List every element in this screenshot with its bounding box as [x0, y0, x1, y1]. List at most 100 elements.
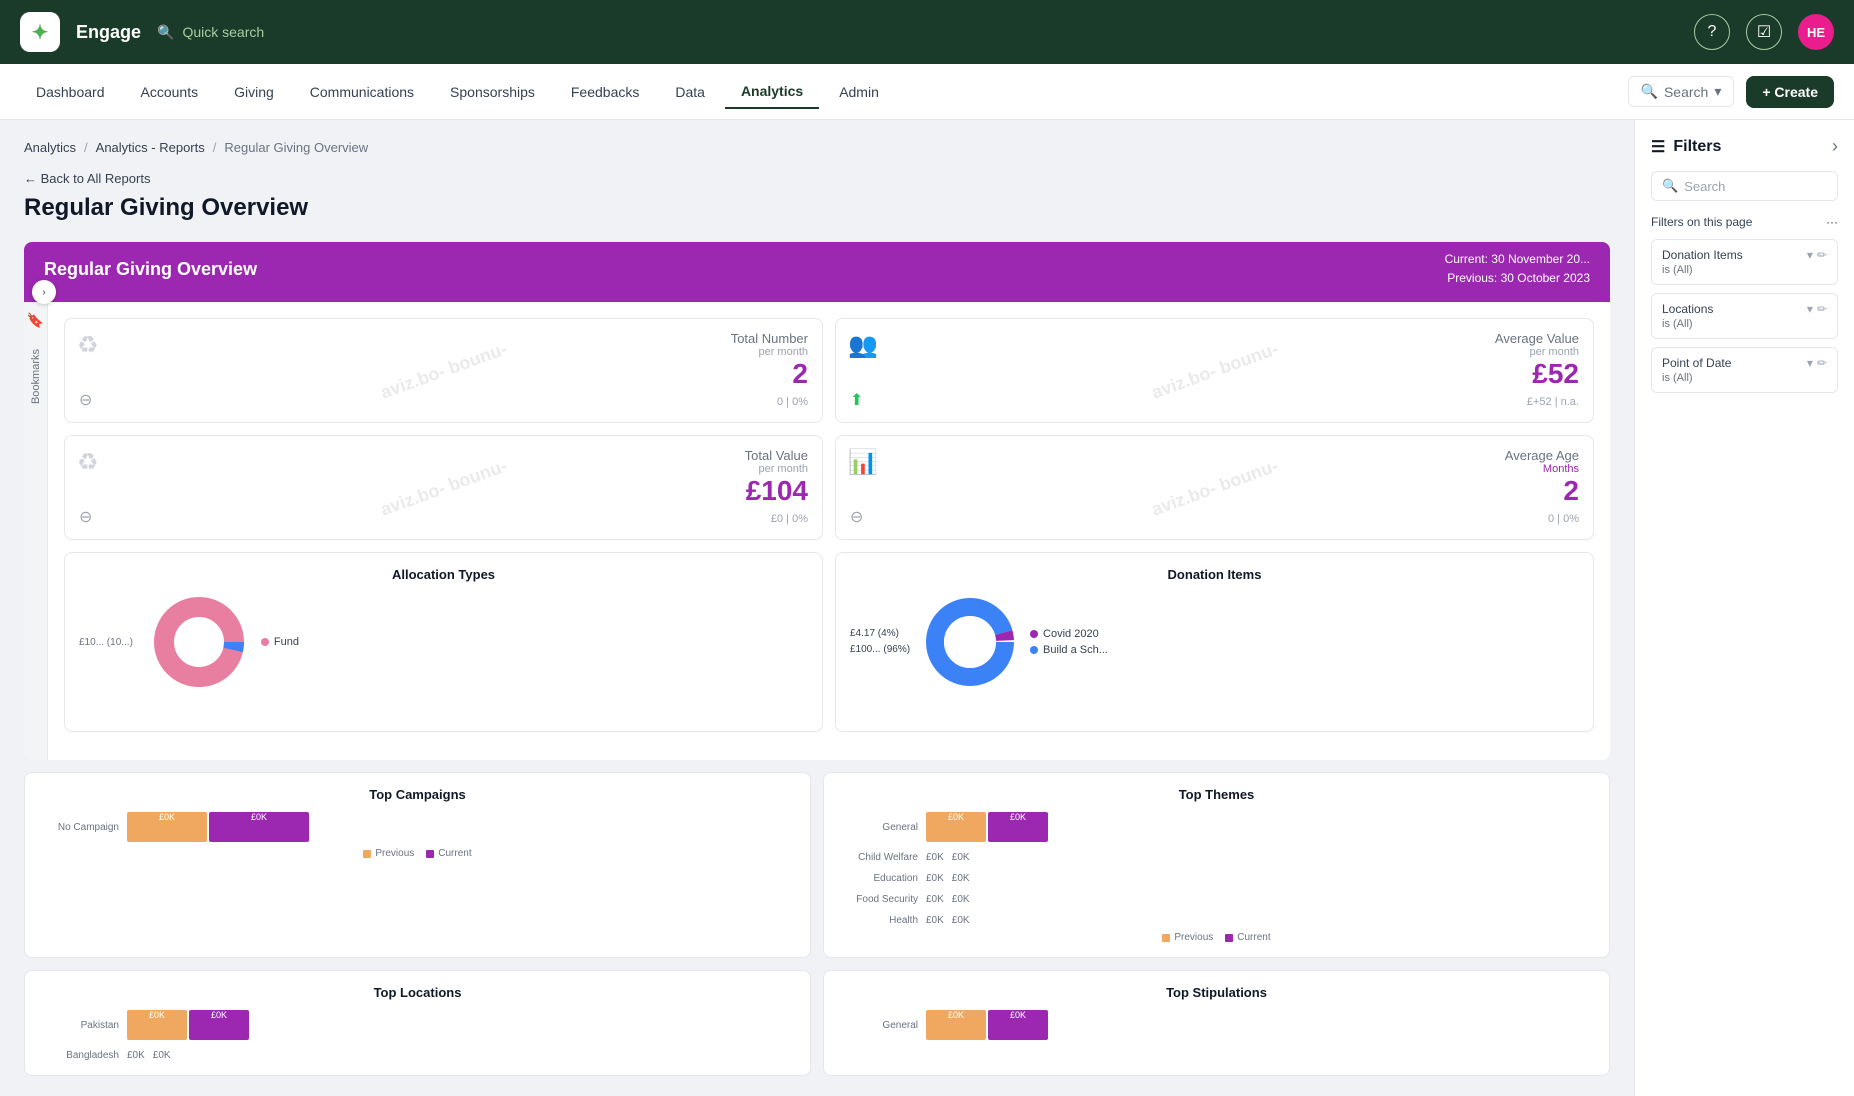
nav-item-admin[interactable]: Admin [823, 76, 895, 108]
filter-donation-items[interactable]: Donation Items ▾ ✏ is (All) [1651, 239, 1838, 285]
filter-point-of-date[interactable]: Point of Date ▾ ✏ is (All) [1651, 347, 1838, 393]
logo-icon: ✦ [32, 20, 49, 45]
filter-locations-header: Locations ▾ ✏ [1662, 302, 1827, 316]
donut-chart [149, 592, 249, 692]
filters-search[interactable]: 🔍 Search [1651, 171, 1838, 201]
campaigns-bars: No Campaign £0K £0K [39, 812, 796, 842]
breadcrumb: Analytics / Analytics - Reports / Regula… [24, 140, 1610, 155]
filter-point-of-date-icons: ▾ ✏ [1807, 356, 1827, 370]
charts-row: Allocation Types £10... (10...) [64, 552, 1594, 732]
filter-dropdown-icon[interactable]: ▾ [1807, 248, 1813, 262]
themes-legend-dot-prev [1162, 934, 1170, 942]
location-row-bangladesh: Bangladesh £0K £0K [39, 1050, 796, 1061]
stat-change-neutral: ⊖ [79, 390, 92, 410]
filter-pod-edit-icon[interactable]: ✏ [1817, 356, 1827, 370]
breadcrumb-sep-1: / [84, 140, 88, 155]
themes-legend-dot-curr [1225, 934, 1233, 942]
breadcrumb-reports[interactable]: Analytics - Reports [96, 140, 205, 155]
location-bar-pair-0: £0K £0K [127, 1010, 249, 1040]
stat-change-neutral-3: ⊖ [850, 507, 863, 527]
breadcrumb-current: Regular Giving Overview [224, 140, 368, 155]
breadcrumb-analytics[interactable]: Analytics [24, 140, 76, 155]
stat-change-up: ⬆ [850, 390, 863, 410]
large-charts-section: Top Campaigns No Campaign £0K £0K [24, 772, 1610, 1076]
create-button[interactable]: + Create [1746, 76, 1834, 108]
filter-locations-edit-icon[interactable]: ✏ [1817, 302, 1827, 316]
filter-point-of-date-header: Point of Date ▾ ✏ [1662, 356, 1827, 370]
tasks-button[interactable]: ☑ [1746, 14, 1782, 50]
nav-item-feedbacks[interactable]: Feedbacks [555, 76, 655, 108]
search-icon: 🔍 [157, 24, 174, 41]
campaign-row-no-campaign: No Campaign £0K £0K [39, 812, 796, 842]
breadcrumb-sep-2: / [213, 140, 217, 155]
report-header: Regular Giving Overview Current: 30 Nove… [24, 242, 1610, 302]
filters-header: ☰ Filters › [1651, 136, 1838, 157]
theme-bar-pair-0: £0K £0K [926, 812, 1048, 842]
nav-item-sponsorships[interactable]: Sponsorships [434, 76, 551, 108]
help-button[interactable]: ? [1694, 14, 1730, 50]
filters-title: ☰ Filters [1651, 137, 1721, 157]
nav-right: 🔍 Search ▾ + Create [1628, 76, 1834, 108]
theme-values-3: £0K £0K [926, 894, 970, 905]
filter-pod-dropdown-icon[interactable]: ▾ [1807, 356, 1813, 370]
filters-panel: ☰ Filters › 🔍 Search Filters on this pag… [1634, 120, 1854, 1096]
donation-legend: Covid 2020 Build a Sch... [1030, 628, 1108, 656]
bar-curr: £0K [209, 812, 309, 842]
back-link[interactable]: ← Back to All Reports [24, 171, 1610, 186]
themes-legend-prev: Previous [1162, 932, 1213, 943]
theme-row-education: Education £0K £0K [838, 873, 1595, 884]
top-themes-card: Top Themes General £0K £0K Child Welfare… [823, 772, 1610, 958]
app-name: Engage [76, 22, 141, 43]
report-container: › Regular Giving Overview Current: 30 No… [24, 242, 1610, 760]
stipulation-bar-prev-0: £0K [926, 1010, 986, 1040]
filter-locations-dropdown-icon[interactable]: ▾ [1807, 302, 1813, 316]
top-bar-right: ? ☑ HE [1694, 14, 1834, 50]
filter-locations[interactable]: Locations ▾ ✏ is (All) [1651, 293, 1838, 339]
legend-dot-fund [261, 638, 269, 646]
theme-bar-prev-0: £0K [926, 812, 986, 842]
stat-change-neutral-2: ⊖ [79, 507, 92, 527]
nav-item-accounts[interactable]: Accounts [125, 76, 215, 108]
themes-bars: General £0K £0K Child Welfare £0K £0K [838, 812, 1595, 926]
location-values-1: £0K £0K [127, 1050, 171, 1061]
donation-donut-container: £4.17 (4%) £100... (96%) [850, 592, 1579, 692]
avatar[interactable]: HE [1798, 14, 1834, 50]
top-locations-card: Top Locations Pakistan £0K £0K Banglades… [24, 970, 811, 1076]
logo[interactable]: ✦ [20, 12, 60, 52]
allocation-types-card: Allocation Types £10... (10...) [64, 552, 823, 732]
nav-item-dashboard[interactable]: Dashboard [20, 76, 121, 108]
stipulations-bars: General £0K £0K [838, 1010, 1595, 1040]
filter-donation-icons: ▾ ✏ [1807, 248, 1827, 262]
nav-item-giving[interactable]: Giving [218, 76, 290, 108]
nav-search[interactable]: 🔍 Search ▾ [1628, 76, 1735, 107]
legend-curr: Current [426, 848, 471, 859]
bar-prev: £0K [127, 812, 207, 842]
filters-more-icon[interactable]: ··· [1826, 215, 1838, 229]
legend-prev: Previous [363, 848, 414, 859]
campaign-bar-pair: £0K £0K [127, 812, 309, 842]
nav-item-data[interactable]: Data [659, 76, 721, 108]
theme-values-1: £0K £0K [926, 852, 970, 863]
stats-row: aviz.bo- bounu- ♻ Total Number per month… [64, 318, 1594, 540]
location-bar-prev-0: £0K [127, 1010, 187, 1040]
page-header: ← Back to All Reports Regular Giving Ove… [24, 171, 1610, 222]
donation-labels: £4.17 (4%) £100... (96%) [850, 626, 910, 658]
filters-section-label: Filters on this page ··· [1651, 215, 1838, 229]
collapse-button[interactable]: › [32, 280, 56, 304]
nav-item-communications[interactable]: Communications [294, 76, 430, 108]
legend-fund: Fund [261, 636, 299, 648]
stipulation-row-general: General £0K £0K [838, 1010, 1595, 1040]
nav-item-analytics[interactable]: Analytics [725, 75, 819, 109]
theme-values-2: £0K £0K [926, 873, 970, 884]
theme-row-health: Health £0K £0K [838, 915, 1595, 926]
filters-toggle-button[interactable]: › [1832, 136, 1838, 157]
campaigns-legend: Previous Current [39, 848, 796, 859]
top-campaigns-card: Top Campaigns No Campaign £0K £0K [24, 772, 811, 958]
report-header-title: Regular Giving Overview [44, 259, 257, 280]
quick-search[interactable]: 🔍 Quick search [157, 24, 264, 41]
legend-dot-covid [1030, 630, 1038, 638]
bookmark-icon[interactable]: 🔖 [27, 312, 44, 329]
filter-edit-icon[interactable]: ✏ [1817, 248, 1827, 262]
filters-search-icon: 🔍 [1662, 178, 1678, 194]
theme-row-child-welfare: Child Welfare £0K £0K [838, 852, 1595, 863]
